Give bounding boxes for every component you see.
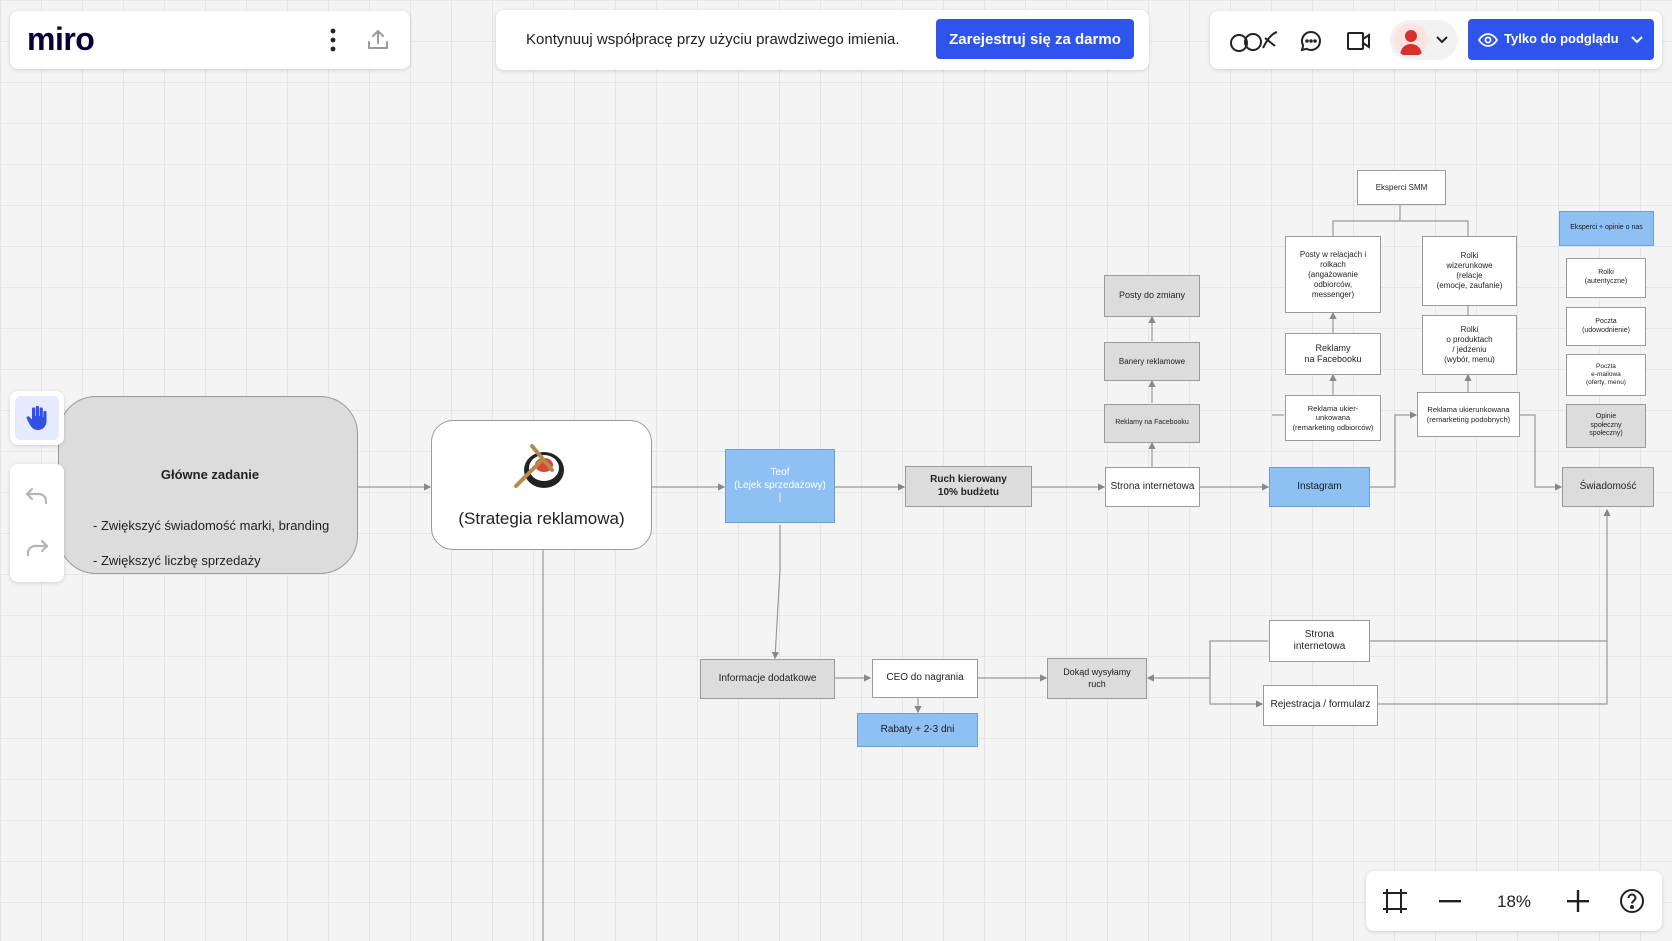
sushi-icon (513, 444, 564, 489)
node-ceo[interactable]: CEO do nagrania (872, 659, 978, 698)
node-reklamy-facebook[interactable]: Reklamy na Facebooku (1285, 333, 1381, 375)
zoom-panel: 18% (1366, 871, 1662, 931)
eye-icon (1478, 30, 1498, 50)
fit-to-screen-icon[interactable] (1378, 885, 1410, 917)
node-strona-internetowa[interactable]: Strona internetowa (1105, 467, 1200, 507)
redo-icon[interactable] (17, 530, 57, 566)
export-icon[interactable] (363, 25, 393, 55)
miro-logo[interactable]: miro (27, 21, 95, 58)
avatar (1394, 23, 1428, 57)
node-rabaty[interactable]: Rabaty + 2-3 dni (857, 713, 978, 747)
node-posty-do-zmiany[interactable]: Posty do zmiany (1104, 275, 1200, 317)
node-poczta-udowodnienie[interactable]: Poczta (udowodnienie) (1566, 307, 1646, 346)
node-tof[interactable]: Teof (Lejek sprzedażowy) | (725, 449, 835, 523)
video-icon[interactable] (1344, 26, 1374, 56)
zoom-out-icon[interactable] (1434, 885, 1466, 917)
undo-icon[interactable] (17, 478, 57, 514)
top-right-panel: Tylko do podglądu (1210, 11, 1662, 69)
help-icon[interactable] (1616, 885, 1648, 917)
node-rolki-wizerunkowe[interactable]: Rolki wizerunkowe (relacje (emocje, zauf… (1422, 236, 1517, 306)
history-panel (10, 464, 64, 582)
node-reklamy-fb-small[interactable]: Reklamy na Facebooku (1104, 404, 1200, 443)
node-reklama-ukierunkowana-2[interactable]: Reklama ukierunkowana (remarketing podob… (1417, 392, 1520, 437)
chevron-down-icon (1630, 33, 1644, 47)
more-options-icon[interactable] (323, 26, 343, 54)
zoom-in-icon[interactable] (1562, 885, 1594, 917)
node-swiadomosc[interactable]: Świadomość (1562, 467, 1654, 507)
node-posty-relacje[interactable]: Posty w relacjach i rolkach (angażowanie… (1285, 236, 1381, 313)
node-informacje-dodatkowe[interactable]: Informacje dodatkowe (700, 659, 835, 699)
node-banery[interactable]: Banery reklamowe (1104, 342, 1200, 381)
node-eksperci-opinie[interactable]: Eksperci + opinie o nas (1559, 211, 1654, 246)
node-eksperci-smm[interactable]: Eksperci SMM (1357, 170, 1446, 205)
comment-icon[interactable] (1296, 26, 1326, 56)
node-ruch[interactable]: Ruch kierowany 10% budżetu (905, 466, 1032, 507)
view-only-button[interactable]: Tylko do podglądu (1468, 19, 1654, 60)
node-strona-internetowa-2[interactable]: Strona internetowa (1269, 620, 1370, 662)
node-opinie[interactable]: Opinie społeczny społeczny) (1566, 404, 1646, 448)
main-task-item: - Zwiększyć świadomość marki, branding (93, 517, 330, 533)
strategy-card[interactable]: (Strategia reklamowa) (431, 420, 652, 550)
node-reklama-ukierunkowana-1[interactable]: Reklama ukier- unkowana (remarketing odb… (1285, 395, 1381, 441)
node-rolki-produkty[interactable]: Rolki o produktach / jedzeniu (wybór, me… (1422, 315, 1517, 375)
main-task-title: Główne zadanie (160, 467, 260, 483)
zoom-level[interactable]: 18% (1497, 892, 1531, 912)
node-instagram[interactable]: Instagram (1269, 467, 1370, 507)
board-canvas[interactable]: Główne zadanie - Zwiększyć świadomość ma… (0, 0, 1672, 941)
hand-icon[interactable] (15, 396, 59, 440)
top-left-panel: miro (10, 11, 410, 69)
signup-button[interactable]: Zarejestruj się za darmo (936, 19, 1134, 59)
node-rolki-autentyczne[interactable]: Rolki (autentyczne) (1566, 258, 1646, 298)
user-menu[interactable] (1390, 20, 1458, 60)
reactions-icon[interactable] (1228, 26, 1280, 56)
main-task-item: - Zwiększyć liczbę sprzedaży (93, 553, 261, 569)
hand-tool-panel (10, 391, 64, 445)
signup-banner: Kontynuuj współpracę przy użyciu prawdzi… (496, 10, 1149, 70)
main-task-card[interactable]: Główne zadanie - Zwiększyć świadomość ma… (58, 396, 358, 574)
node-dokad[interactable]: Dokąd wysyłamy ruch (1047, 658, 1147, 699)
chevron-down-icon (1434, 32, 1450, 48)
node-poczta-email[interactable]: Poczta e-mailowa (oferty, menu) (1566, 354, 1646, 396)
strategy-label: (Strategia reklamowa) (458, 509, 625, 529)
node-rejestracja[interactable]: Rejestracja / formularz (1263, 685, 1378, 726)
view-only-label: Tylko do podglądu (1504, 31, 1619, 46)
banner-text: Kontynuuj współpracę przy użyciu prawdzi… (526, 31, 900, 48)
